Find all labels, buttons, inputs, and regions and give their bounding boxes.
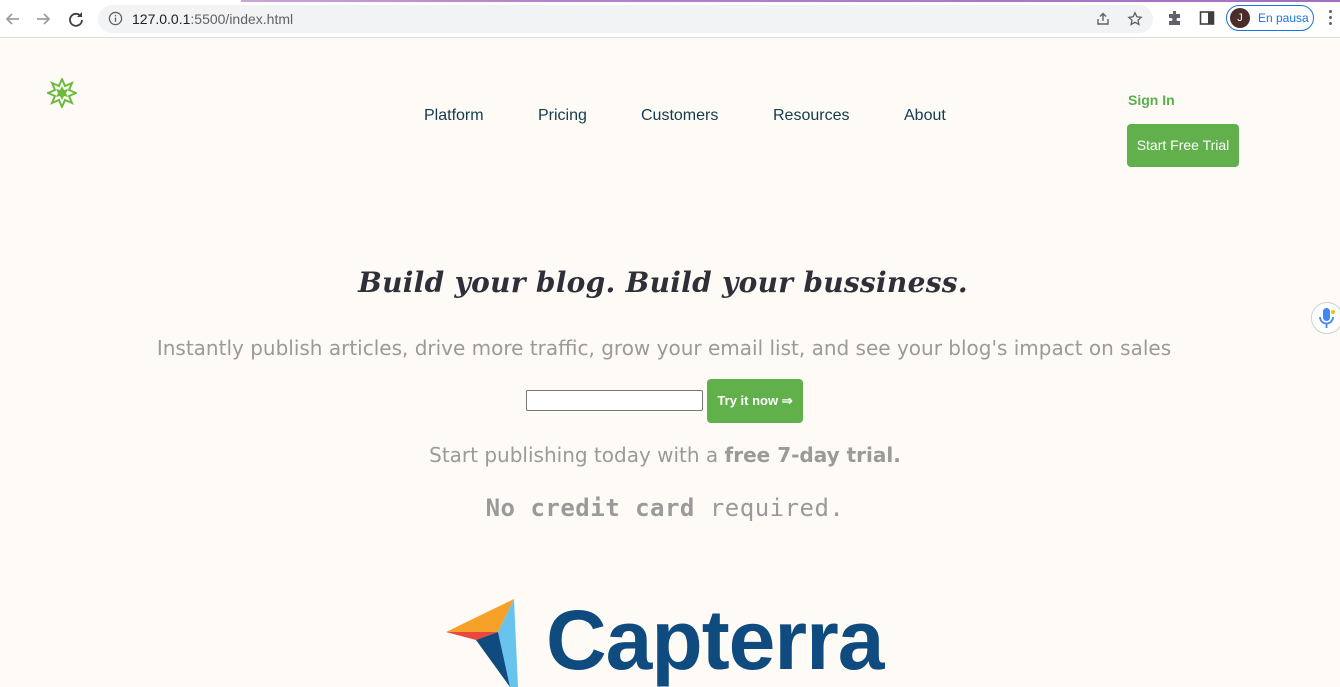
tab-accent-bar <box>0 0 1340 2</box>
avatar: J <box>1230 8 1250 28</box>
profile-status-label: En pausa <box>1258 11 1309 25</box>
url-host: 127.0.0.1 <box>132 11 191 27</box>
hero-title: Build your blog. Build your bussiness. <box>358 266 968 299</box>
address-bar[interactable]: 127.0.0.1:5500/index.html <box>98 5 1153 33</box>
profile-button[interactable]: J En pausa <box>1226 5 1314 31</box>
capterra-logo: Capterra <box>446 596 886 687</box>
forward-arrow-icon[interactable] <box>32 8 54 30</box>
browser-toolbar: 127.0.0.1:5500/index.html J En pausa <box>0 0 1340 38</box>
nav-link-platform[interactable]: Platform <box>424 107 484 125</box>
share-icon[interactable] <box>1095 11 1111 27</box>
nav-link-resources[interactable]: Resources <box>773 107 849 125</box>
nav-link-customers[interactable]: Customers <box>641 107 718 125</box>
start-free-trial-button[interactable]: Start Free Trial <box>1127 124 1239 167</box>
star-icon[interactable] <box>1127 11 1143 27</box>
microphone-icon[interactable] <box>1311 302 1340 334</box>
extensions-icon[interactable] <box>1166 9 1184 27</box>
nav-link-about[interactable]: About <box>904 107 946 125</box>
no-credit-card-rest: required. <box>694 494 845 522</box>
back-arrow-icon[interactable] <box>2 8 24 30</box>
email-input[interactable] <box>526 390 703 411</box>
url-text: 127.0.0.1:5500/index.html <box>132 11 293 27</box>
star-burst-logo-icon[interactable] <box>45 76 79 110</box>
try-it-now-button[interactable]: Try it now ⇒ <box>707 379 803 423</box>
menu-icon[interactable] <box>1328 10 1334 28</box>
info-icon[interactable] <box>108 11 123 30</box>
capterra-wordmark: Capterra <box>546 596 884 687</box>
trial-info-prefix: Start publishing today with a <box>429 443 725 467</box>
capterra-arrow-icon <box>446 599 518 687</box>
trial-info-text: Start publishing today with a free 7-day… <box>0 443 1330 467</box>
trial-info-emphasis: free 7-day trial. <box>724 443 901 467</box>
reload-icon[interactable] <box>65 8 87 30</box>
side-panel-icon[interactable] <box>1198 9 1216 27</box>
nav-link-pricing[interactable]: Pricing <box>538 107 587 125</box>
no-credit-card-emphasis: No credit card <box>485 494 695 522</box>
no-credit-card-text: No credit card required. <box>0 494 1330 522</box>
url-path: :5500/index.html <box>190 11 294 27</box>
hero-subtitle: Instantly publish articles, drive more t… <box>156 336 1172 360</box>
sign-in-link[interactable]: Sign In <box>1128 92 1175 108</box>
